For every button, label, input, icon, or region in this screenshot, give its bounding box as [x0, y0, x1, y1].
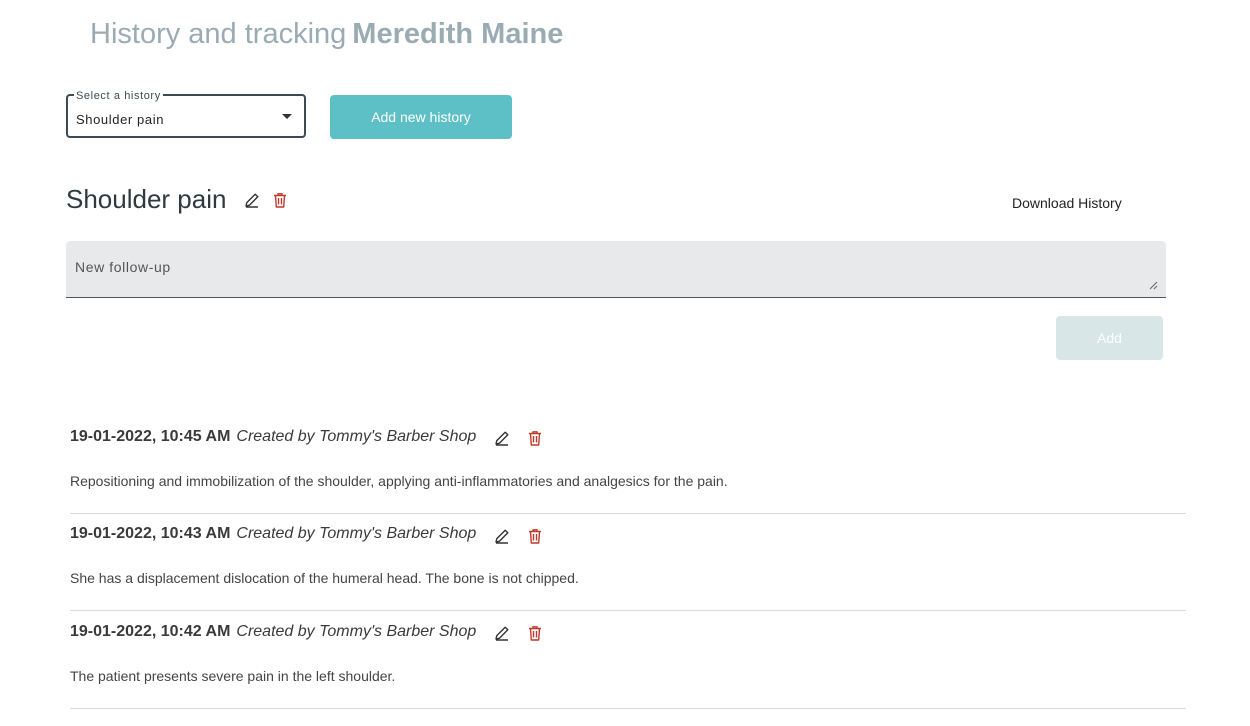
pencil-icon[interactable] [493, 624, 511, 642]
entry-author: Created by Tommy's Barber Shop [236, 525, 477, 542]
entry-meta: 19-01-2022, 10:43 AM Created by Tommy's B… [70, 525, 476, 545]
history-select-label: Select a history [74, 90, 163, 102]
entry-meta: 19-01-2022, 10:42 AM Created by Tommy's B… [70, 623, 476, 643]
patient-name: Meredith Maine [352, 18, 564, 50]
add-new-history-button[interactable]: Add new history [330, 95, 512, 139]
entry-text: She has a displacement dislocation of th… [70, 570, 579, 586]
new-followup-field[interactable]: New follow-up [66, 241, 1166, 298]
entry-author: Created by Tommy's Barber Shop [236, 428, 477, 445]
followup-entry: 19-01-2022, 10:43 AM Created by Tommy's B… [70, 525, 1186, 611]
download-history-link[interactable]: Download History [1012, 195, 1122, 211]
followup-entry: 19-01-2022, 10:45 AM Created by Tommy's B… [70, 428, 1186, 514]
history-select[interactable]: Select a history Shoulder pain [66, 90, 306, 138]
followup-placeholder: New follow-up [75, 259, 171, 275]
pencil-icon[interactable] [493, 429, 511, 447]
add-followup-button[interactable]: Add [1056, 316, 1163, 360]
history-select-value: Shoulder pain [76, 112, 165, 127]
entry-date: 19-01-2022, 10:45 AM [70, 428, 231, 445]
followup-entry: 19-01-2022, 10:42 AM Created by Tommy's B… [70, 623, 1186, 709]
entry-meta: 19-01-2022, 10:45 AM Created by Tommy's B… [70, 428, 476, 448]
page-title-prefix: History and tracking [90, 18, 347, 50]
trash-icon[interactable] [526, 527, 544, 545]
chevron-down-icon [282, 114, 292, 119]
entry-text: The patient presents severe pain in the … [70, 668, 396, 684]
entry-date: 19-01-2022, 10:42 AM [70, 623, 231, 640]
entry-text: Repositioning and immobilization of the … [70, 473, 728, 489]
trash-icon[interactable] [526, 624, 544, 642]
pencil-icon[interactable] [243, 191, 261, 209]
trash-icon[interactable] [526, 429, 544, 447]
entry-date: 19-01-2022, 10:43 AM [70, 525, 231, 542]
entry-author: Created by Tommy's Barber Shop [236, 623, 477, 640]
trash-icon[interactable] [271, 191, 289, 209]
resize-handle-icon[interactable] [1149, 281, 1158, 290]
page-title: History and tracking Meredith Maine [90, 18, 563, 51]
history-title: Shoulder pain [66, 184, 227, 214]
pencil-icon[interactable] [493, 527, 511, 545]
